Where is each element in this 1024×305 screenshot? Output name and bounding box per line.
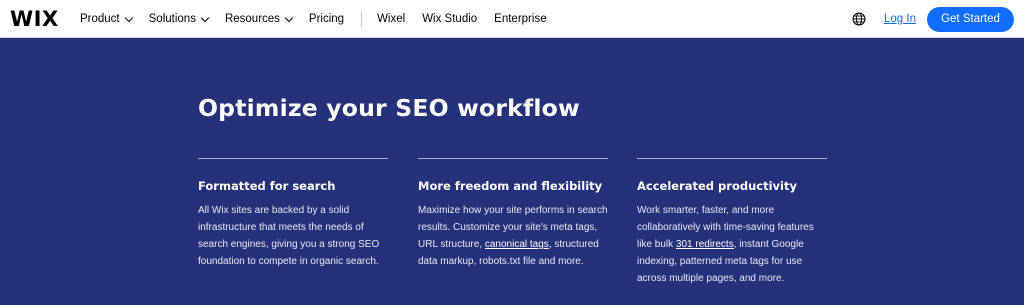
nav-resources-label: Resources	[224, 13, 280, 25]
feature-title: More freedom and flexibility	[418, 179, 603, 193]
column-divider	[637, 158, 827, 159]
main-nav: Product Solutions Resources Pricing Wixe…	[80, 0, 564, 38]
section-title: Optimize your SEO workflow	[198, 94, 580, 122]
feature-column-productivity: Accelerated productivity Work smarter, f…	[637, 158, 829, 287]
nav-enterprise[interactable]: Enterprise	[494, 13, 546, 25]
get-started-button[interactable]: Get Started	[927, 6, 1014, 32]
feature-title: Formatted for search	[198, 179, 336, 193]
feature-title: Accelerated productivity	[637, 179, 797, 193]
top-navigation-bar: WIX Product Solutions Resources Pricing …	[0, 0, 1024, 38]
feature-description: Maximize how your site performs in searc…	[418, 205, 608, 267]
header-actions: Log In Get Started	[852, 0, 1024, 38]
nav-solutions[interactable]: Solutions	[148, 13, 210, 25]
301-redirects-link[interactable]: 301 redirects	[676, 239, 734, 250]
feature-column-freedom: More freedom and flexibility Maximize ho…	[418, 158, 610, 270]
nav-product-label: Product	[80, 13, 120, 25]
globe-icon[interactable]	[852, 12, 866, 26]
column-divider	[198, 158, 388, 159]
feature-description: Work smarter, faster, and more collabora…	[637, 205, 814, 284]
nav-divider	[361, 11, 363, 27]
feature-column-formatted: Formatted for search All Wix sites are b…	[198, 158, 390, 270]
chevron-down-icon	[284, 13, 294, 22]
feature-description: All Wix sites are backed by a solid infr…	[198, 205, 380, 267]
column-divider	[418, 158, 608, 159]
login-link[interactable]: Log In	[884, 13, 916, 25]
nav-pricing-label: Pricing	[308, 13, 345, 25]
canonical-tags-link[interactable]: canonical tags	[485, 239, 549, 250]
chevron-down-icon	[200, 13, 210, 22]
nav-wixel[interactable]: Wixel	[377, 13, 405, 25]
nav-wix-studio[interactable]: Wix Studio	[422, 13, 477, 25]
nav-solutions-label: Solutions	[148, 13, 196, 25]
seo-hero-section: Optimize your SEO workflow Formatted for…	[0, 39, 1024, 305]
nav-resources[interactable]: Resources	[224, 13, 294, 25]
chevron-down-icon	[124, 13, 133, 22]
wix-logo[interactable]: WIX	[10, 7, 59, 31]
nav-pricing[interactable]: Pricing	[309, 13, 344, 25]
nav-product[interactable]: Product	[80, 13, 133, 25]
